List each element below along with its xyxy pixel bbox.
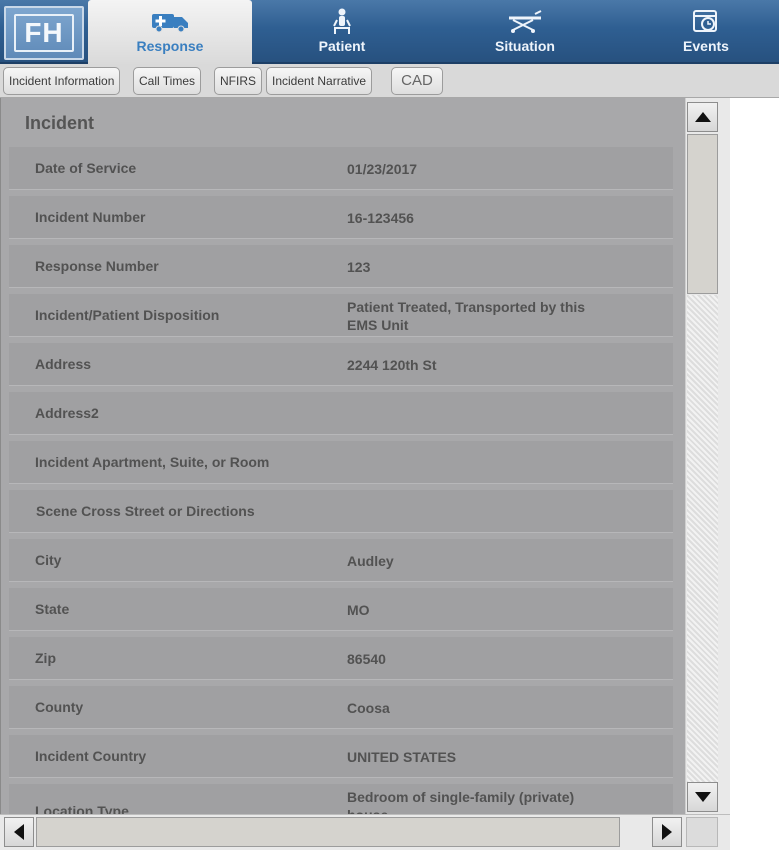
tab-patient[interactable]: Patient bbox=[290, 0, 394, 62]
stretcher-icon bbox=[470, 8, 580, 38]
arrow-right-icon bbox=[662, 824, 672, 840]
tab-response[interactable]: Response bbox=[88, 0, 252, 66]
field-row[interactable]: City Audley bbox=[9, 539, 673, 582]
app-logo[interactable]: FH bbox=[4, 6, 84, 60]
field-value: Coosa bbox=[347, 700, 390, 716]
field-label: County bbox=[35, 699, 84, 715]
top-navigation: FH Response Patient Situation Events bbox=[0, 0, 779, 66]
incident-form: Incident Date of Service 01/23/2017 Inci… bbox=[0, 98, 685, 814]
arrow-up-icon bbox=[694, 112, 711, 122]
horizontal-scrollbar[interactable] bbox=[0, 814, 730, 850]
patient-icon bbox=[290, 8, 394, 38]
scrollbar-corner bbox=[686, 817, 718, 847]
field-value: Audley bbox=[347, 553, 394, 569]
tab-label: Response bbox=[136, 38, 204, 54]
subtab-incident-narrative[interactable]: Incident Narrative bbox=[266, 67, 373, 95]
field-label: Incident/Patient Disposition bbox=[35, 307, 220, 323]
field-value: 123 bbox=[347, 259, 371, 275]
logo-text: FH bbox=[14, 14, 74, 52]
sub-tab-bar: Incident Information Call Times NFIRS In… bbox=[0, 64, 779, 98]
calendar-clock-icon bbox=[658, 8, 754, 38]
arrow-left-icon bbox=[14, 824, 24, 840]
field-label: Address2 bbox=[35, 405, 99, 421]
tab-label: Situation bbox=[495, 38, 555, 54]
field-row[interactable]: State MO bbox=[9, 588, 673, 631]
field-value: UNITED STATES bbox=[347, 749, 457, 765]
ambulance-icon bbox=[88, 8, 252, 38]
field-label: Incident Number bbox=[35, 209, 146, 225]
right-gutter bbox=[730, 98, 779, 850]
tab-situation[interactable]: Situation bbox=[470, 0, 580, 62]
field-row[interactable]: Date of Service 01/23/2017 bbox=[9, 147, 673, 190]
subtab-nfirs[interactable]: NFIRS bbox=[214, 67, 262, 95]
field-row[interactable]: Zip 86540 bbox=[9, 637, 673, 680]
field-row[interactable]: Scene Cross Street or Directions bbox=[9, 490, 673, 533]
field-value: 16-123456 bbox=[347, 210, 414, 226]
tab-label: Patient bbox=[318, 38, 366, 54]
vertical-scroll-thumb[interactable] bbox=[687, 134, 718, 294]
field-row[interactable]: Incident Apartment, Suite, or Room bbox=[9, 441, 673, 484]
field-value: MO bbox=[347, 602, 370, 618]
field-row[interactable]: Incident Country UNITED STATES bbox=[9, 735, 673, 778]
field-row[interactable]: Address2 bbox=[9, 392, 673, 435]
field-value: 2244 120th St bbox=[347, 357, 437, 373]
tab-events[interactable]: Events bbox=[658, 0, 754, 62]
subtab-incident-information[interactable]: Incident Information bbox=[3, 67, 121, 95]
field-label: Scene Cross Street or Directions bbox=[36, 503, 255, 519]
field-label: Incident Country bbox=[35, 748, 147, 764]
scroll-down-button[interactable] bbox=[687, 782, 718, 812]
field-value: Patient Treated, Transported by this EMS… bbox=[347, 299, 586, 333]
horizontal-scroll-thumb[interactable] bbox=[36, 817, 620, 847]
subtab-call-times[interactable]: Call Times bbox=[133, 67, 202, 95]
field-label: Response Number bbox=[35, 258, 159, 274]
field-label: Incident Apartment, Suite, or Room bbox=[35, 454, 270, 470]
field-row[interactable]: Incident/Patient Disposition Patient Tre… bbox=[9, 294, 673, 337]
scroll-right-button[interactable] bbox=[652, 817, 682, 847]
field-label: Address bbox=[35, 356, 92, 372]
scroll-up-button[interactable] bbox=[687, 102, 718, 132]
field-label: City bbox=[35, 552, 62, 568]
arrow-down-icon bbox=[694, 792, 711, 802]
vertical-scroll-track[interactable] bbox=[687, 295, 718, 783]
field-row[interactable]: Address 2244 120th St bbox=[9, 343, 673, 386]
vertical-scrollbar[interactable] bbox=[685, 98, 730, 814]
section-title: Incident bbox=[25, 113, 95, 133]
field-row[interactable]: Response Number 123 bbox=[9, 245, 673, 288]
subtab-cad[interactable]: CAD bbox=[391, 67, 443, 95]
field-value: Bedroom of single-family (private) house bbox=[347, 789, 575, 814]
scroll-left-button[interactable] bbox=[4, 817, 34, 847]
field-value: 86540 bbox=[347, 651, 386, 667]
field-label: State bbox=[35, 601, 70, 617]
field-row[interactable]: County Coosa bbox=[9, 686, 673, 729]
field-value: 01/23/2017 bbox=[347, 161, 418, 177]
field-row[interactable]: Incident Number 16-123456 bbox=[9, 196, 673, 239]
field-row[interactable]: Location Type Bedroom of single-family (… bbox=[9, 784, 673, 814]
field-label: Location Type bbox=[35, 803, 129, 814]
field-label: Date of Service bbox=[35, 160, 137, 176]
tab-label: Events bbox=[683, 38, 729, 54]
field-label: Zip bbox=[35, 650, 56, 666]
